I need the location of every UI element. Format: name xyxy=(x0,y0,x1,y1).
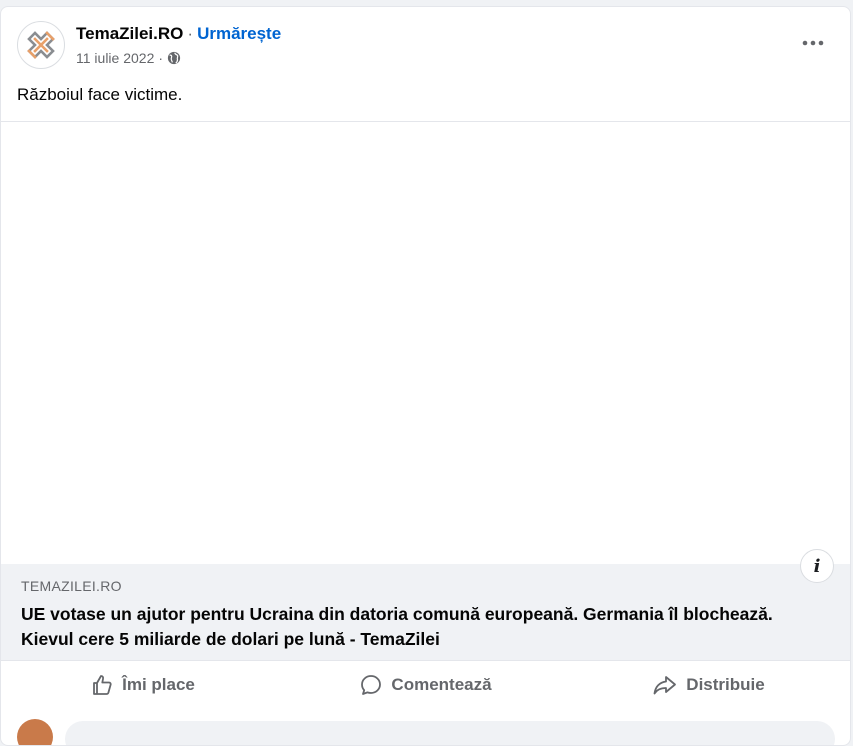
share-icon xyxy=(653,676,677,695)
info-button[interactable]: i xyxy=(800,549,834,583)
user-avatar[interactable] xyxy=(17,719,53,745)
page-name-link[interactable]: TemaZilei.RO xyxy=(76,24,183,43)
page-avatar[interactable] xyxy=(17,21,65,69)
link-image[interactable] xyxy=(1,121,850,566)
share-button[interactable]: Distribuie xyxy=(567,662,850,708)
comment-input[interactable] xyxy=(65,721,835,745)
post-header: TemaZilei.RO · Urmărește 11 iulie 2022 · xyxy=(17,21,834,71)
post-actions: Îmi place Comentează Distribuie xyxy=(1,662,850,708)
comment-icon xyxy=(361,675,382,695)
like-icon xyxy=(93,675,112,695)
comment-button[interactable]: Comentează xyxy=(284,662,567,708)
share-label: Distribuie xyxy=(686,675,765,694)
follow-button[interactable]: Urmărește xyxy=(197,24,281,43)
temazilei-logo-icon xyxy=(27,31,55,59)
link-title[interactable]: UE votase un ajutor pentru Ucraina din d… xyxy=(21,602,820,652)
link-preview[interactable]: TEMAZILEI.RO UE votase un ajutor pentru … xyxy=(1,564,850,661)
link-domain: TEMAZILEI.RO xyxy=(21,578,122,594)
more-options-icon[interactable] xyxy=(798,31,828,55)
page-name-row: TemaZilei.RO · Urmărește xyxy=(76,24,281,44)
post-meta: 11 iulie 2022 · xyxy=(76,50,181,66)
post-date-link[interactable]: 11 iulie 2022 xyxy=(76,50,154,66)
globe-icon xyxy=(167,51,181,65)
post-card: TemaZilei.RO · Urmărește 11 iulie 2022 · R… xyxy=(0,6,851,746)
comment-label: Comentează xyxy=(391,675,492,694)
comment-row xyxy=(17,719,837,745)
post-text: Războiul face victime. xyxy=(17,85,183,104)
like-label: Îmi place xyxy=(122,675,195,694)
like-button[interactable]: Îmi place xyxy=(1,662,284,708)
separator-dot: · xyxy=(187,24,194,43)
meta-separator-dot: · xyxy=(158,50,164,66)
